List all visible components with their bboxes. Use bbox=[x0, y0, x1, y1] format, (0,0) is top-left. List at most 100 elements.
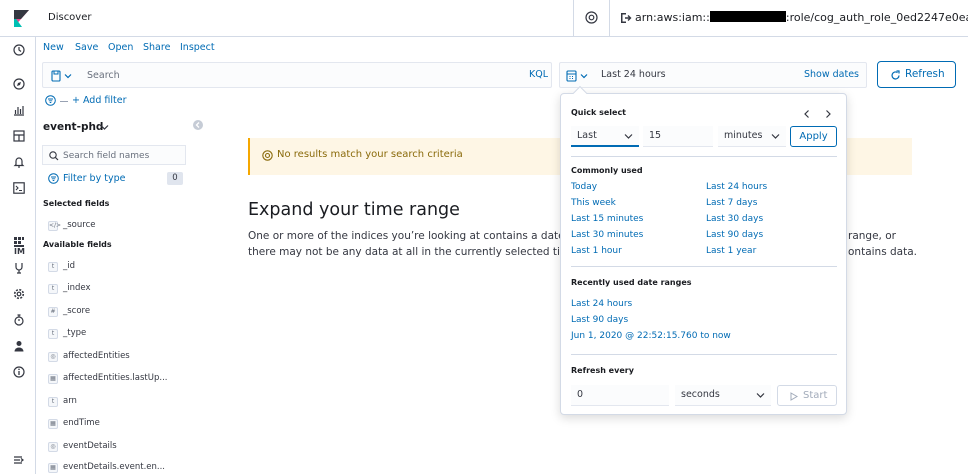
add-filter-link[interactable]: + Add filter bbox=[72, 95, 127, 106]
start-refresh-button[interactable]: Start bbox=[777, 385, 837, 406]
saved-query-button[interactable] bbox=[51, 69, 75, 83]
collapse-sidebar-icon[interactable] bbox=[193, 120, 203, 130]
user-icon[interactable] bbox=[13, 340, 25, 352]
filter-separator bbox=[60, 101, 68, 102]
divider bbox=[571, 156, 837, 157]
string-field-type-icon: t bbox=[48, 397, 58, 407]
filter-by-type-button[interactable]: Filter by type bbox=[63, 173, 125, 184]
chevron-down-icon bbox=[771, 133, 780, 140]
field-search bbox=[42, 145, 186, 165]
kql-language-toggle[interactable]: KQL bbox=[529, 69, 548, 80]
commonly-used-link[interactable]: Last 7 days bbox=[706, 198, 757, 208]
help-icon[interactable] bbox=[585, 11, 598, 24]
commonly-used-link[interactable]: Today bbox=[571, 182, 597, 192]
quick-select-value[interactable]: 15 bbox=[643, 126, 713, 147]
commonly-used-link[interactable]: Last 30 days bbox=[706, 214, 763, 224]
commonly-used-link[interactable]: Last 1 hour bbox=[571, 246, 622, 256]
field-row[interactable]: ◎ affectedEntities bbox=[48, 351, 198, 363]
kibana-logo-icon[interactable] bbox=[13, 10, 29, 28]
filter-count-badge: 0 bbox=[167, 172, 183, 185]
date-range-value[interactable]: Last 24 hours bbox=[601, 69, 666, 80]
recently-viewed-icon[interactable] bbox=[13, 44, 25, 56]
refresh-interval-value: 0 bbox=[577, 389, 584, 400]
account-arn: arn:aws:iam:::role/cog_auth_role_0ed2247… bbox=[635, 11, 968, 24]
filter-options-icon[interactable] bbox=[45, 95, 56, 106]
visualize-icon[interactable] bbox=[13, 104, 25, 116]
field-row[interactable]: ▦ endTime bbox=[48, 418, 198, 430]
field-row[interactable]: ▦ affectedEntities.lastUp... bbox=[48, 373, 198, 385]
info-icon[interactable] bbox=[13, 366, 25, 378]
app-title: Discover bbox=[48, 12, 92, 23]
expand-time-range-title: Expand your time range bbox=[248, 200, 460, 220]
discover-compass-icon[interactable] bbox=[13, 78, 25, 90]
monitoring-icon[interactable] bbox=[13, 314, 25, 326]
quick-select-title: Quick select bbox=[571, 108, 627, 117]
refresh-button[interactable]: Refresh bbox=[877, 61, 956, 88]
recent-range-link[interactable]: Last 90 days bbox=[571, 315, 628, 325]
nav-im-label[interactable]: IM bbox=[14, 247, 25, 256]
field-row[interactable]: ▦ eventDetails.event.en... bbox=[48, 462, 198, 474]
alerting-bell-icon[interactable] bbox=[13, 156, 25, 168]
refresh-icon bbox=[890, 70, 901, 81]
field-row[interactable]: t _id bbox=[48, 261, 198, 273]
commonly-used-link[interactable]: This week bbox=[571, 198, 616, 208]
number-field-type-icon: # bbox=[48, 307, 58, 317]
commonly-used-link[interactable]: Last 90 days bbox=[706, 230, 763, 240]
menu-new[interactable]: New bbox=[43, 42, 64, 53]
dashboard-icon[interactable] bbox=[13, 130, 25, 142]
field-search-input[interactable] bbox=[63, 149, 181, 162]
dev-tools-console-icon[interactable] bbox=[13, 182, 25, 194]
menu-inspect[interactable]: Inspect bbox=[180, 42, 215, 53]
header-divider bbox=[609, 0, 610, 37]
field-name: _source bbox=[63, 220, 96, 230]
chevron-down-icon[interactable] bbox=[100, 124, 109, 131]
index-pattern-name[interactable]: event-phd bbox=[43, 121, 103, 133]
account-arn-suffix: :role/cog_auth_role_0ed2247e0ea9 bbox=[785, 11, 968, 24]
string-field-type-icon: t bbox=[48, 262, 58, 272]
field-row[interactable]: t _index bbox=[48, 283, 198, 295]
field-name: endTime bbox=[63, 418, 100, 428]
string-field-type-icon: t bbox=[48, 329, 58, 339]
field-row[interactable]: # _score bbox=[48, 306, 198, 318]
refresh-unit-select[interactable]: seconds bbox=[675, 385, 771, 406]
field-name: _score bbox=[63, 306, 91, 316]
search-input[interactable] bbox=[87, 68, 507, 83]
commonly-used-link[interactable]: Last 24 hours bbox=[706, 182, 767, 192]
play-icon bbox=[790, 392, 798, 401]
security-grid-icon[interactable] bbox=[13, 236, 25, 248]
selected-fields-title: Selected fields bbox=[43, 199, 110, 208]
menu-share[interactable]: Share bbox=[143, 42, 170, 53]
menu-open[interactable]: Open bbox=[108, 42, 133, 53]
refresh-interval-input[interactable]: 0 bbox=[571, 385, 669, 406]
management-gear-icon[interactable] bbox=[13, 288, 25, 300]
apply-button[interactable]: Apply bbox=[790, 126, 837, 147]
recent-range-link[interactable]: Jun 1, 2020 @ 22:52:15.760 to now bbox=[571, 331, 731, 341]
field-row[interactable]: ◎ eventDetails bbox=[48, 441, 198, 453]
logout-icon[interactable] bbox=[620, 12, 632, 24]
field-row[interactable]: t _type bbox=[48, 328, 198, 340]
refresh-every-title: Refresh every bbox=[571, 366, 634, 375]
chevron-right-icon[interactable] bbox=[824, 109, 832, 119]
recently-used-title: Recently used date ranges bbox=[571, 278, 692, 287]
chevron-left-icon[interactable] bbox=[803, 109, 811, 119]
quick-select-direction[interactable]: Last bbox=[571, 126, 639, 147]
commonly-used-link[interactable]: Last 1 year bbox=[706, 246, 756, 256]
date-field-type-icon: ▦ bbox=[48, 463, 58, 473]
commonly-used-title: Commonly used bbox=[571, 166, 643, 175]
field-name: affectedEntities.lastUp... bbox=[63, 373, 168, 383]
field-row[interactable]: </> _source bbox=[48, 220, 198, 232]
recent-range-link[interactable]: Last 24 hours bbox=[571, 299, 632, 309]
quick-select-toggle[interactable] bbox=[566, 69, 592, 83]
field-name: eventDetails bbox=[63, 441, 117, 451]
commonly-used-link[interactable]: Last 15 minutes bbox=[571, 214, 643, 224]
quick-select-unit[interactable]: minutes bbox=[718, 126, 786, 147]
expand-body-tail: range, or bbox=[848, 230, 896, 242]
commonly-used-link[interactable]: Last 30 minutes bbox=[571, 230, 643, 240]
collapse-nav-icon[interactable] bbox=[13, 454, 25, 466]
show-dates-link[interactable]: Show dates bbox=[804, 69, 859, 80]
filter-type-icon[interactable] bbox=[48, 173, 59, 184]
code-field-type-icon: </> bbox=[48, 221, 62, 231]
menu-save[interactable]: Save bbox=[75, 42, 98, 53]
query-workbench-icon[interactable] bbox=[13, 262, 25, 274]
field-row[interactable]: t arn bbox=[48, 396, 198, 408]
